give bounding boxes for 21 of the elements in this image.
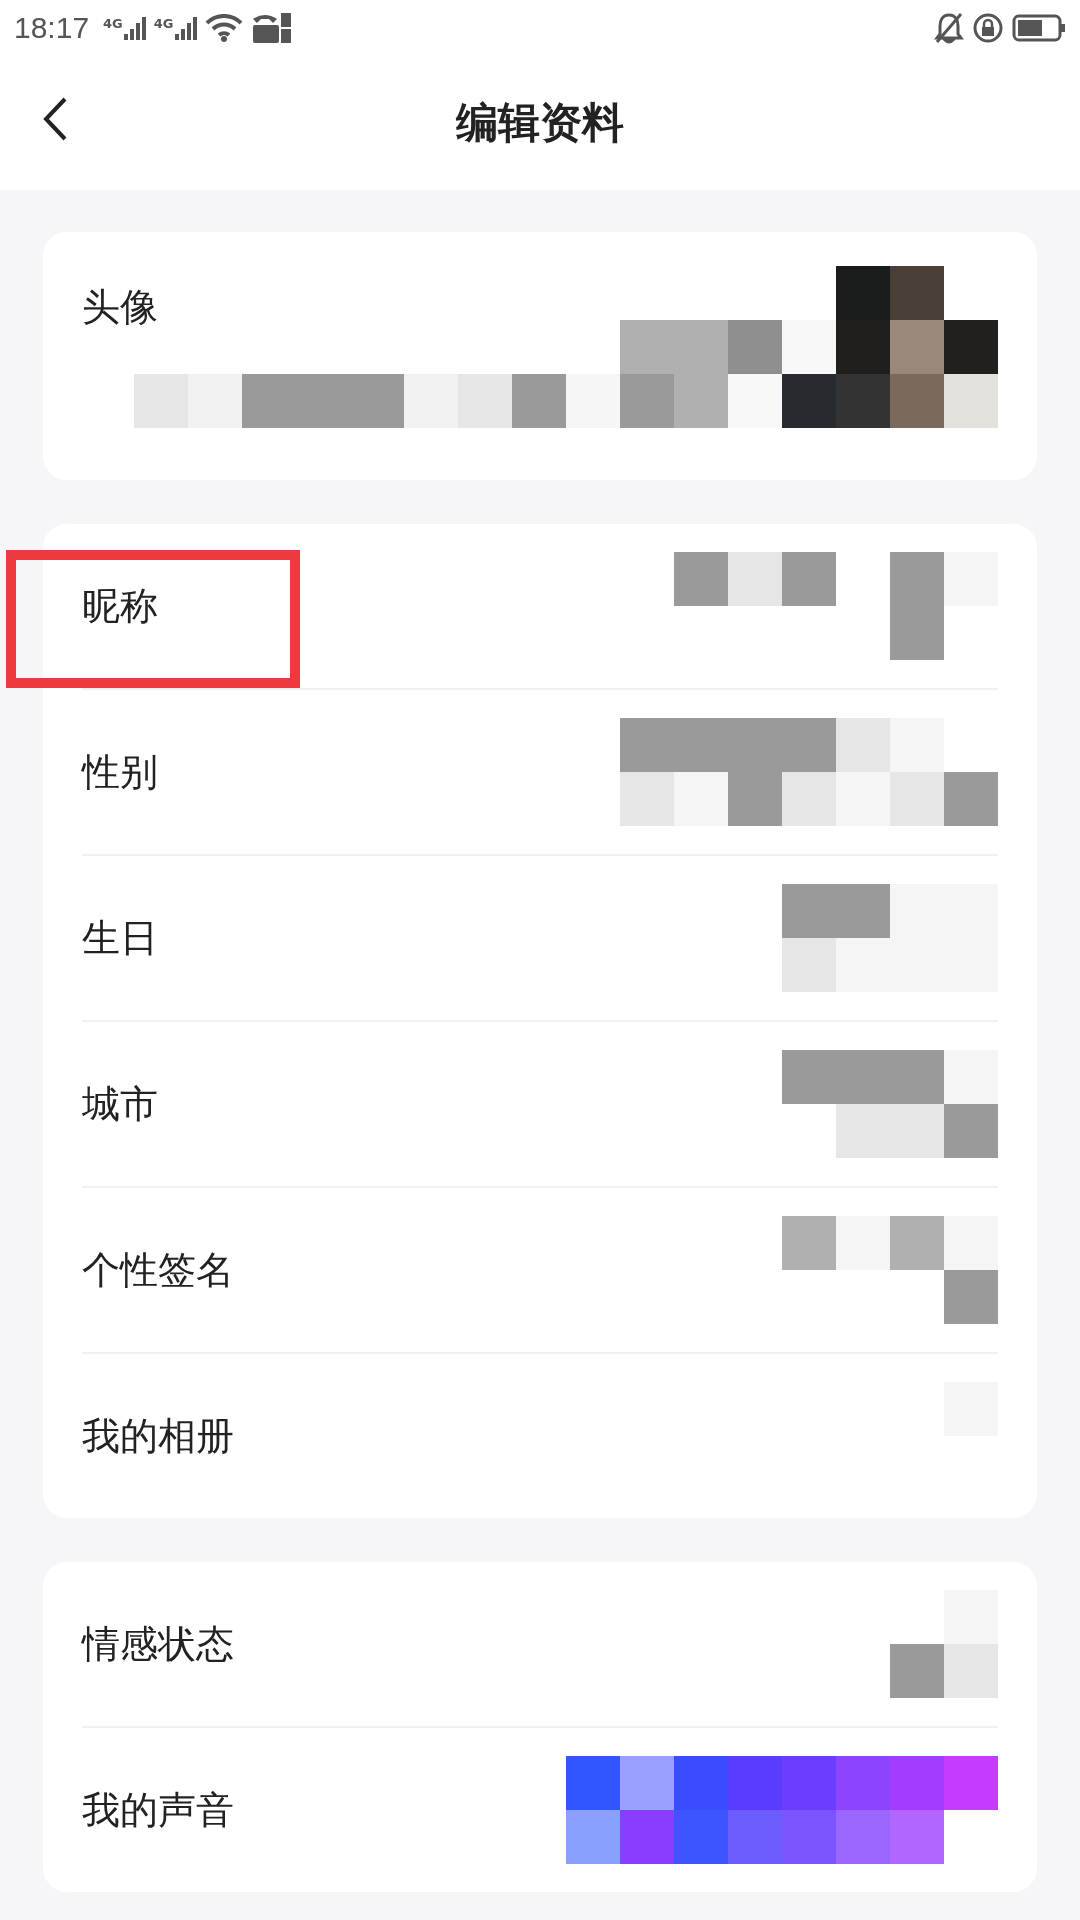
back-icon[interactable] [42, 96, 68, 142]
status-time: 18:17 [14, 11, 90, 45]
row-label[interactable]: 昵称 [82, 580, 158, 632]
signal-icon [174, 16, 197, 40]
row-label[interactable]: 头像 [82, 282, 158, 333]
row-label[interactable]: 性别 [82, 746, 158, 798]
network-label: 4G [103, 16, 123, 31]
row-label[interactable]: 我的声音 [82, 1784, 234, 1836]
row-label[interactable]: 我的相册 [82, 1410, 234, 1462]
signal-icon [123, 16, 146, 40]
row-label[interactable]: 城市 [82, 1078, 158, 1130]
row-label[interactable]: 情感状态 [82, 1618, 234, 1670]
hd-call-icon [250, 11, 293, 45]
network-label: 4G [153, 16, 174, 31]
wifi-icon [204, 14, 243, 42]
row-label[interactable]: 生日 [82, 912, 158, 964]
battery-icon [1012, 14, 1066, 42]
row-label[interactable]: 个性签名 [82, 1244, 234, 1296]
page-title: 编辑资料 [456, 97, 624, 149]
muted-bell-icon [934, 12, 964, 44]
rotation-lock-icon [972, 12, 1004, 44]
